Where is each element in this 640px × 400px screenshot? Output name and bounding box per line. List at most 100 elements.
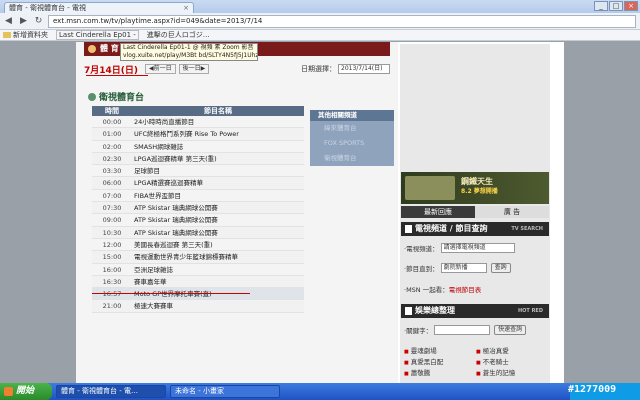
table-row[interactable]: 00:00 24小時時尚直播節目: [92, 116, 304, 129]
side-nav-header: 其他相關頻道: [310, 110, 394, 121]
hot-item[interactable]: ■ 蒼生的記憶: [476, 368, 548, 379]
row-program: 足球節目: [134, 167, 160, 176]
hot-item[interactable]: ■ 蕭敬騰: [404, 368, 476, 379]
table-row[interactable]: 12:00 美國長春巡迴賽 第三天(重): [92, 239, 304, 252]
hot-item[interactable]: ■ 真愛黑白配: [404, 357, 476, 368]
bookmark-item[interactable]: 進擊の巨人ロゴジ…: [147, 30, 210, 40]
tab-ads[interactable]: 廣 告: [475, 206, 549, 218]
msn-label: ‧MSN 一起看：: [404, 286, 449, 294]
row-program: SMASH網球雜誌: [134, 142, 184, 151]
row-time: 10:30: [102, 228, 122, 237]
table-row[interactable]: 02:00 SMASH網球雜誌: [92, 141, 304, 153]
row-time: 01:00: [102, 130, 122, 139]
ent-title: 娛樂總整理: [415, 306, 455, 315]
row-time: 06:00: [102, 179, 122, 188]
table-row[interactable]: 03:30 足球節目: [92, 165, 304, 178]
tab-latest[interactable]: 最新回應: [401, 206, 475, 218]
table-row[interactable]: 01:00 UFC終極格鬥系列賽 Rise To Power: [92, 128, 304, 141]
msn-row: ‧MSN 一起看： 電視節目表: [404, 284, 546, 294]
hot-list: ■ 靈魂劇場 ■ 極冶真愛 ■ 真愛黑白配 ■ 不老騎士 ■ 蕭敬騰 ■ 蒼生的記憶: [404, 346, 548, 379]
keyword-input[interactable]: [434, 325, 491, 335]
row-program: 電視運動世界青少年籃球錦標賽精華: [134, 253, 238, 262]
tooltip-line: Last Cinderella Ep01-1 @ 視頻 素 Zoom 影音: [123, 44, 254, 51]
table-row[interactable]: 10:30 ATP Skistar 瑞典網球公開賽: [92, 226, 304, 239]
tv-search-button[interactable]: 查詢: [490, 263, 511, 273]
tooltip: Last Cinderella Ep01-1 @ 視頻 素 Zoom 影音 vl…: [120, 43, 258, 61]
row-time: 02:00: [102, 142, 122, 151]
hot-item[interactable]: ■ 極冶真愛: [476, 346, 548, 357]
channel-title: 衛視體育台: [99, 93, 145, 103]
table-row[interactable]: 07:00 FIBA世界盃節目: [92, 190, 304, 203]
side-nav-item[interactable]: 衛視體育台: [310, 151, 394, 166]
back-icon[interactable]: ◀: [3, 16, 14, 27]
table-row[interactable]: 06:00 LPGA精選賽巡迴賽精華: [92, 177, 304, 190]
banner-subtitle: 8.2 夢想開播: [461, 188, 498, 195]
row-program: 美國長春巡迴賽 第三天(重): [134, 240, 213, 249]
browser-tab[interactable]: 體育 - 衛視體育台 - 電視 ×: [4, 2, 194, 13]
forward-icon[interactable]: ▶: [18, 16, 29, 27]
col-time-header: 時間: [105, 107, 119, 115]
program-label: ‧節目直到：: [404, 265, 439, 273]
hot-icon: ■: [404, 360, 409, 366]
table-row[interactable]: 15:00 電視運動世界青少年籃球錦標賽精華: [92, 251, 304, 264]
hot-icon: ■: [476, 360, 481, 366]
table-row[interactable]: 21:00 極速大賽賽車: [92, 300, 304, 313]
channel-row: ‧電視頻道： 請選擇電視頻道: [404, 243, 546, 253]
taskbar-item[interactable]: 體育 - 衛視體育台 - 電…: [56, 385, 166, 398]
hot-icon: ■: [476, 371, 481, 377]
row-time: 03:30: [102, 167, 122, 176]
bookmark-item[interactable]: Last Cinderella Ep01 -: [56, 30, 139, 40]
table-row[interactable]: 16:57 Moto GP世界摩托車賽(直): [92, 288, 304, 301]
close-button[interactable]: ×: [624, 1, 638, 11]
row-program: ATP Skistar 瑞典網球公開賽: [134, 216, 218, 225]
tab-title: 體育 - 衛視體育台 - 電視: [9, 4, 86, 12]
prev-day-button[interactable]: ◀前一日: [145, 64, 176, 74]
table-row[interactable]: 16:00 亞洲足球雜誌: [92, 264, 304, 276]
bookmark-item[interactable]: 新增資料夾: [3, 30, 48, 40]
hot-icon: ■: [476, 349, 481, 355]
channel-heading: 衛視體育台: [88, 90, 144, 103]
schedule-table: 時間 節目名稱 00:00 24小時時尚直播節目 01:00 UFC終極格鬥系列賽 R…: [92, 106, 304, 313]
date-bar: 7月14日(日) ◀前一日 後一日▶ 日期選擇： 2013/7/14(日): [84, 62, 390, 76]
program-input[interactable]: 劇院新播: [440, 263, 487, 273]
msn-link[interactable]: 電視節目表: [449, 284, 482, 294]
row-time: 12:00: [102, 240, 122, 249]
current-date: 7月14日(日): [84, 65, 139, 76]
row-program: ATP Skistar 瑞典網球公開賽: [134, 228, 218, 237]
section-title: 體 育: [100, 44, 119, 53]
hot-item[interactable]: ■ 不老騎士: [476, 357, 548, 368]
tab-close-icon[interactable]: ×: [183, 3, 189, 13]
table-header: 時間 節目名稱: [92, 106, 304, 116]
row-program: 極速大賽賽車: [134, 302, 173, 311]
ent-search-button[interactable]: 快速查詢: [494, 325, 527, 335]
table-row[interactable]: 09:00 ATP Skistar 瑞典網球公開賽: [92, 214, 304, 227]
section-icon: [88, 45, 96, 53]
side-nav: 其他相關頻道 緯來體育台 FOX SPORTS 衛視體育台: [310, 110, 394, 166]
start-button[interactable]: 開始: [0, 383, 52, 400]
row-time: 07:00: [102, 191, 122, 200]
ad-banner[interactable]: 鋼鐵天生 8.2 夢想開播: [401, 172, 549, 204]
row-time: 02:30: [102, 154, 122, 163]
date-select[interactable]: 2013/7/14(日): [338, 64, 390, 74]
channel-select[interactable]: 請選擇電視頻道: [440, 243, 515, 253]
bullet-icon: [88, 92, 96, 101]
date-underline-annotation: [86, 75, 148, 76]
table-row[interactable]: 16:30 賽車嘉年華: [92, 275, 304, 289]
table-row[interactable]: 02:30 LPGA巡迴賽精華 第三天(重): [92, 152, 304, 166]
keyword-label: ‧關鍵字：: [404, 327, 433, 335]
side-nav-item[interactable]: 緯來體育台: [310, 121, 394, 136]
tv-icon: [405, 225, 412, 233]
taskbar-item[interactable]: 未命名 - 小畫家: [170, 385, 280, 398]
maximize-button[interactable]: □: [609, 1, 623, 11]
row-program: 賽車嘉年華: [134, 277, 167, 286]
minimize-button[interactable]: _: [594, 1, 608, 11]
table-row[interactable]: 07:30 ATP Skistar 瑞典網球公開賽: [92, 202, 304, 215]
side-nav-item[interactable]: FOX SPORTS: [310, 136, 394, 151]
next-day-button[interactable]: 後一日▶: [178, 64, 210, 74]
row-underline-annotation: [92, 293, 250, 294]
channel-label: ‧電視頻道：: [404, 245, 439, 253]
reload-icon[interactable]: ↻: [33, 16, 44, 27]
address-bar[interactable]: ext.msn.com.tw/tv/playtime.aspx?id=049&d…: [48, 14, 636, 28]
hot-item[interactable]: ■ 靈魂劇場: [404, 346, 476, 357]
row-time: 16:30: [102, 277, 122, 286]
